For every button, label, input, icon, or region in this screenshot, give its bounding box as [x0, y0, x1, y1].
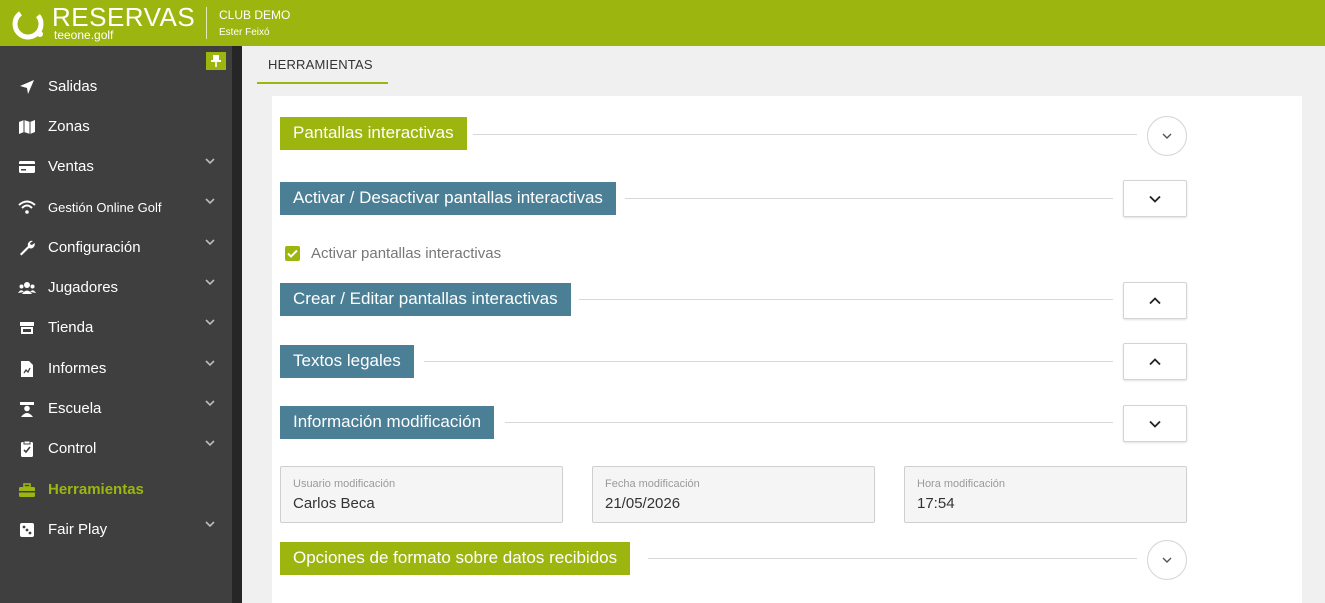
- section-title-crear: Crear / Editar pantallas interactivas: [280, 283, 571, 316]
- checkmark-icon: [287, 249, 298, 258]
- sidebar-item-label: Informes: [48, 360, 107, 377]
- toggle-textos-button[interactable]: [1123, 343, 1187, 380]
- sidebar-item-herramientas[interactable]: Herramientas: [0, 471, 232, 507]
- sidebar-item-zonas[interactable]: Zonas: [0, 108, 232, 144]
- chevron-down-icon: [1149, 195, 1161, 203]
- dice-icon: [20, 523, 34, 537]
- field-label: Fecha modificación: [605, 478, 700, 490]
- field-label: Usuario modificación: [293, 478, 396, 490]
- sidebar-item-label: Salidas: [48, 78, 98, 95]
- tab-bar: HERRAMIENTAS: [242, 46, 1302, 86]
- header-divider: [206, 7, 207, 39]
- chevron-down-icon[interactable]: [203, 315, 217, 329]
- chevron-up-icon: [1149, 357, 1161, 365]
- sidebar-item-configuracion[interactable]: Configuración: [0, 229, 232, 265]
- toggle-opciones-button[interactable]: [1147, 540, 1187, 580]
- cash-card-icon: [19, 161, 35, 173]
- chevron-up-icon: [1149, 296, 1161, 304]
- sidebar-edge: [232, 46, 242, 603]
- field-value: 17:54: [917, 495, 955, 512]
- users-icon: [18, 282, 36, 294]
- field-label: Hora modificación: [917, 478, 1006, 490]
- usuario-modificacion-field[interactable]: Usuario modificación Carlos Beca: [280, 466, 563, 523]
- chevron-down-icon[interactable]: [203, 194, 217, 208]
- sidebar-item-label: Configuración: [48, 239, 141, 256]
- club-name[interactable]: CLUB DEMO: [219, 8, 290, 22]
- section-title-textos: Textos legales: [280, 345, 414, 378]
- section-divider: [505, 422, 1113, 423]
- chevron-down-icon[interactable]: [203, 356, 217, 370]
- sidebar-item-label: Herramientas: [48, 481, 144, 498]
- section-divider: [473, 134, 1137, 135]
- sidebar-item-label: Ventas: [48, 158, 94, 175]
- sidebar-item-tienda[interactable]: Tienda: [0, 309, 232, 345]
- fecha-modificacion-field[interactable]: Fecha modificación 21/05/2026: [592, 466, 875, 523]
- section-divider: [648, 558, 1137, 559]
- chevron-down-icon[interactable]: [203, 275, 217, 289]
- sidebar-item-control[interactable]: Control: [0, 430, 232, 466]
- section-divider: [625, 198, 1113, 199]
- sidebar-item-ventas[interactable]: Ventas: [0, 148, 232, 184]
- toggle-activar-button[interactable]: [1123, 180, 1187, 217]
- section-title-opciones: Opciones de formato sobre datos recibido…: [280, 542, 631, 575]
- sidebar-item-jugadores[interactable]: Jugadores: [0, 269, 232, 305]
- map-icon: [19, 120, 35, 134]
- chevron-down-icon[interactable]: [203, 517, 217, 531]
- report-icon: [21, 361, 33, 377]
- chevron-down-icon: [1162, 133, 1172, 139]
- section-divider: [579, 299, 1113, 300]
- hora-modificacion-field[interactable]: Hora modificación 17:54: [904, 466, 1187, 523]
- sidebar-item-informes[interactable]: Informes: [0, 350, 232, 386]
- toggle-crear-button[interactable]: [1123, 282, 1187, 319]
- tab-active-indicator: [257, 82, 388, 84]
- chevron-down-icon: [1162, 557, 1172, 563]
- sidebar-item-label: Control: [48, 440, 97, 457]
- clipboard-check-icon: [21, 440, 33, 457]
- sidebar-item-label: Fair Play: [48, 521, 108, 538]
- sidebar-item-label: Jugadores: [48, 279, 119, 296]
- navigation-arrow-icon: [20, 80, 34, 94]
- chevron-down-icon[interactable]: [203, 436, 217, 450]
- top-header: RESERVAS teeone.golf CLUB DEMO Ester Fei…: [0, 0, 1325, 46]
- section-title-pantallas: Pantallas interactivas: [280, 117, 467, 150]
- chevron-down-icon: [1149, 420, 1161, 428]
- wrench-icon: [20, 240, 35, 256]
- brand-subtitle: teeone.golf: [54, 28, 114, 42]
- teacher-icon: [20, 402, 34, 417]
- section-title-info: Información modificación: [280, 406, 495, 439]
- wifi-icon: [18, 200, 36, 214]
- toolbox-icon: [19, 483, 35, 497]
- sidebar-item-fair-play[interactable]: Fair Play: [0, 511, 232, 547]
- toggle-pantallas-button[interactable]: [1147, 116, 1187, 156]
- sidebar-item-escuela[interactable]: Escuela: [0, 390, 232, 426]
- user-name[interactable]: Ester Feixó: [219, 27, 270, 38]
- sidebar-item-label: Escuela: [48, 400, 102, 417]
- chevron-down-icon[interactable]: [203, 154, 217, 168]
- field-value: Carlos Beca: [293, 495, 375, 512]
- store-icon: [20, 322, 34, 334]
- sidebar: Salidas Zonas Ventas Gestión Online Golf…: [0, 46, 232, 603]
- section-title-activar: Activar / Desactivar pantallas interacti…: [280, 182, 616, 215]
- toggle-info-button[interactable]: [1123, 405, 1187, 442]
- sidebar-item-label: Gestión Online Golf: [48, 200, 162, 215]
- logo-icon[interactable]: [10, 6, 46, 42]
- field-value: 21/05/2026: [605, 495, 681, 512]
- section-divider: [424, 361, 1113, 362]
- sidebar-item-gestion-online-golf[interactable]: Gestión Online Golf: [0, 188, 232, 224]
- sidebar-item-label: Tienda: [48, 319, 94, 336]
- activar-checkbox-label[interactable]: Activar pantallas interactivas: [311, 245, 501, 262]
- chevron-down-icon[interactable]: [203, 235, 217, 249]
- sidebar-item-label: Zonas: [48, 118, 90, 135]
- sidebar-item-salidas[interactable]: Salidas: [0, 68, 232, 104]
- activar-checkbox[interactable]: [285, 246, 300, 261]
- chevron-down-icon[interactable]: [203, 396, 217, 410]
- tab-herramientas[interactable]: HERRAMIENTAS: [257, 46, 388, 84]
